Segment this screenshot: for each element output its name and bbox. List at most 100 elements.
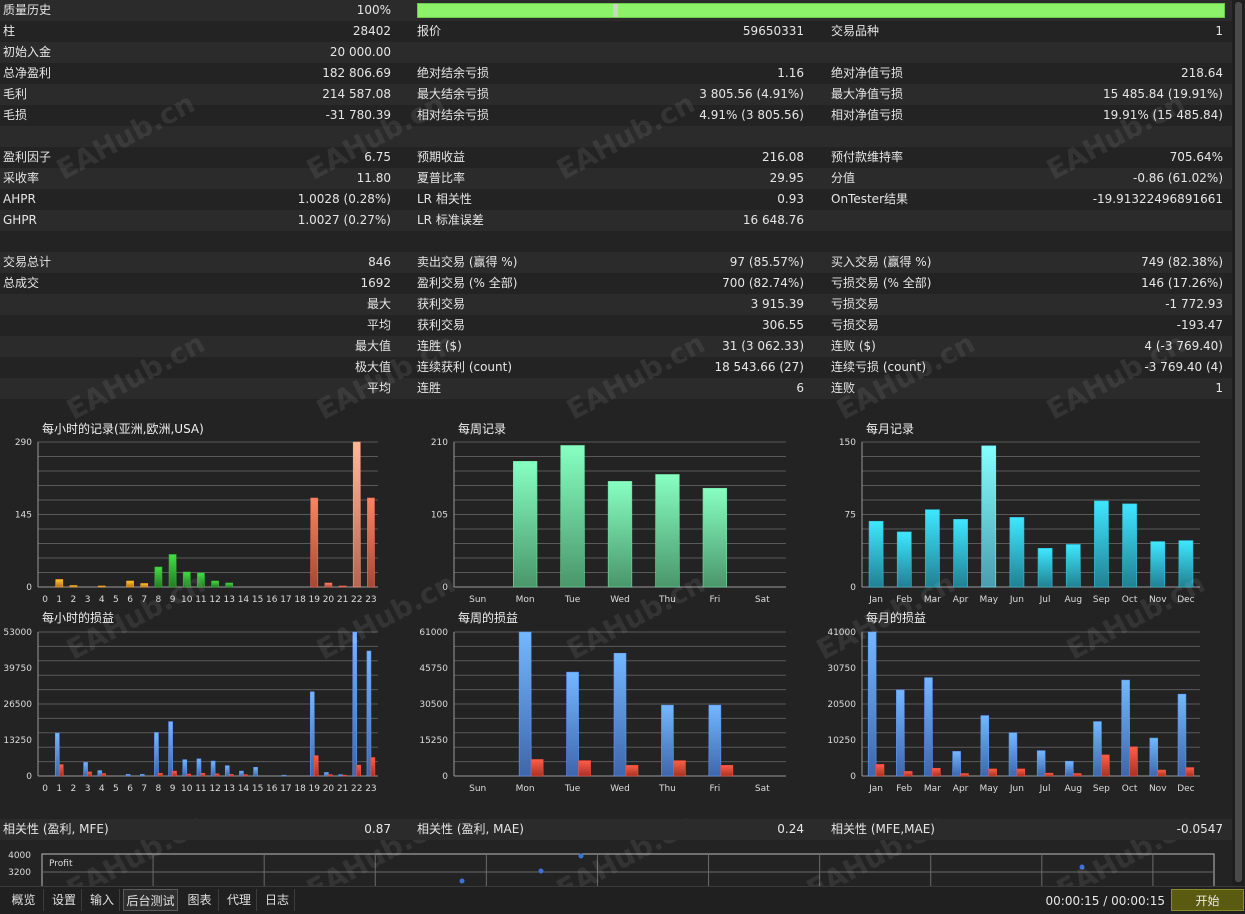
y-tick-label: 13250 (3, 736, 32, 746)
x-tick-label: Wed (610, 595, 630, 605)
profit-bar (1008, 732, 1018, 777)
stat-label: 初始入金 (3, 45, 52, 59)
loss-bar (313, 755, 319, 777)
profit-bar (125, 774, 131, 777)
bar (352, 441, 361, 588)
loss-bar (1129, 746, 1138, 777)
x-tick-label: 10 (181, 784, 193, 794)
stat-label: 相对结余亏损 (417, 108, 490, 122)
stat-value: 最大 (366, 297, 391, 311)
report-panel: 质量历史 100% 柱 28402 报价 59650331 交易品种 1 初始入金 20 000.… (0, 0, 1232, 886)
bar (1037, 548, 1053, 588)
profit-bar (182, 759, 188, 777)
profit-bar (980, 715, 990, 777)
vertical-scrollbar[interactable] (1232, 0, 1245, 886)
stat-label: 质量历史 (3, 3, 52, 17)
y-tick-label: 61000 (419, 628, 448, 638)
loss-bar (214, 773, 220, 777)
tab-5[interactable]: 代理 (222, 889, 257, 911)
x-tick-label: Fri (709, 595, 720, 605)
bottom-tab-bar: 概览 设置 输入 后台测试 图表 代理 日志 00:00:15 / 00:00:15 开始 (0, 886, 1245, 914)
profit-bar (566, 671, 579, 777)
bar (1065, 544, 1081, 588)
y-tick-label: 0 (26, 583, 32, 593)
scrollbar-thumb[interactable] (1235, 2, 1242, 882)
y-tick-label: 30750 (828, 664, 856, 674)
x-tick-label: 21 (337, 595, 348, 605)
bar (512, 461, 538, 588)
x-tick-label: 19 (309, 784, 321, 794)
profit-bar (139, 774, 145, 777)
x-tick-label: 11 (195, 784, 206, 794)
stat-label: 报价 (417, 24, 442, 38)
x-tick-label: Dec (1177, 784, 1194, 794)
x-tick-label: 22 (351, 784, 362, 794)
loss-bar (228, 774, 234, 777)
x-tick-label: Apr (953, 784, 969, 794)
stats-row: AHPR 1.0028 (0.28%) LR 相关性 0.93 OnTester结果 -1… (0, 189, 1232, 210)
start-button[interactable]: 开始 (1171, 889, 1244, 911)
x-tick-label: Sep (1093, 784, 1110, 794)
x-tick-label: 9 (170, 784, 176, 794)
profit-bar (1177, 693, 1187, 777)
stat-value: 31 (3 062.33) (722, 339, 804, 353)
y-tick-label: 75 (845, 511, 856, 521)
stats-row: GHPR 1.0027 (0.27%) LR 标准误差 16 648.76 (0, 210, 1232, 231)
loss-bar (342, 774, 347, 777)
bar (182, 571, 191, 588)
stat-label: 连败 (831, 381, 856, 395)
x-tick-label: Sat (755, 784, 770, 794)
x-tick-label: 18 (294, 784, 306, 794)
bar (338, 585, 347, 588)
x-tick-label: Sun (469, 784, 486, 794)
stat-label: 采收率 (3, 171, 40, 185)
stat-label: 相关性 (盈利, MFE) (3, 822, 109, 836)
profit-bar (168, 721, 173, 777)
y-tick-label: 105 (431, 511, 448, 521)
bar (126, 580, 134, 588)
stat-label: 交易总计 (3, 255, 52, 269)
bar (868, 520, 884, 588)
loss-bar (673, 760, 686, 777)
bar (367, 497, 375, 588)
x-tick-label: 0 (42, 595, 48, 605)
stat-label: 盈利交易 (% 全部) (417, 276, 518, 290)
tab-6[interactable]: 日志 (260, 889, 295, 911)
monthly-pnl-chart: 每月的损益 41000 30750 20500 10250 0 Jan Feb Mar Apr Ma… (828, 609, 1232, 797)
profit-bar (1093, 721, 1102, 777)
bar (1094, 500, 1109, 588)
tab-4[interactable]: 图表 (181, 889, 219, 911)
x-tick-label: Tue (564, 595, 581, 605)
x-tick-label: 10 (181, 595, 193, 605)
tab-1[interactable]: 设置 (47, 889, 82, 911)
x-tick-label: 5 (113, 595, 119, 605)
x-tick-label: 1 (56, 595, 62, 605)
y-tick-label: 145 (15, 511, 32, 521)
stat-value: 4 (-3 769.40) (1144, 339, 1223, 353)
profit-bar (661, 704, 674, 777)
x-tick-label: Oct (1122, 784, 1138, 794)
weekly-pnl-chart: 每周的损益 61000 45750 30500 15250 0 Sun Mon Tue Wed Th… (414, 609, 828, 797)
loss-bar (243, 774, 248, 777)
profit-bar (224, 765, 230, 777)
stat-label: 分值 (831, 171, 856, 185)
tab-0[interactable]: 概览 (4, 889, 44, 911)
x-tick-label: 20 (323, 595, 335, 605)
bar (1009, 517, 1025, 588)
loss-bar (58, 764, 64, 777)
x-tick-label: 8 (156, 784, 162, 794)
x-tick-label: 16 (266, 784, 278, 794)
tab-2[interactable]: 输入 (85, 889, 120, 911)
stats-row: 极大值 连续获利 (count) 18 543.66 (27) 连续亏损 (count… (0, 357, 1232, 378)
stat-label: 获利交易 (417, 297, 466, 311)
tab-3[interactable]: 后台测试 (123, 889, 178, 911)
stat-value: -19.91322496891661 (1092, 192, 1223, 206)
x-tick-label: 9 (170, 595, 176, 605)
x-tick-label: Jan (868, 784, 883, 794)
loss-bar (101, 773, 107, 777)
stat-label: 连胜 ($) (417, 339, 462, 353)
stat-label: 预付款维持率 (831, 150, 904, 164)
stat-label: 盈利因子 (3, 150, 52, 164)
loss-bar (988, 768, 997, 777)
loss-bar (875, 764, 885, 777)
